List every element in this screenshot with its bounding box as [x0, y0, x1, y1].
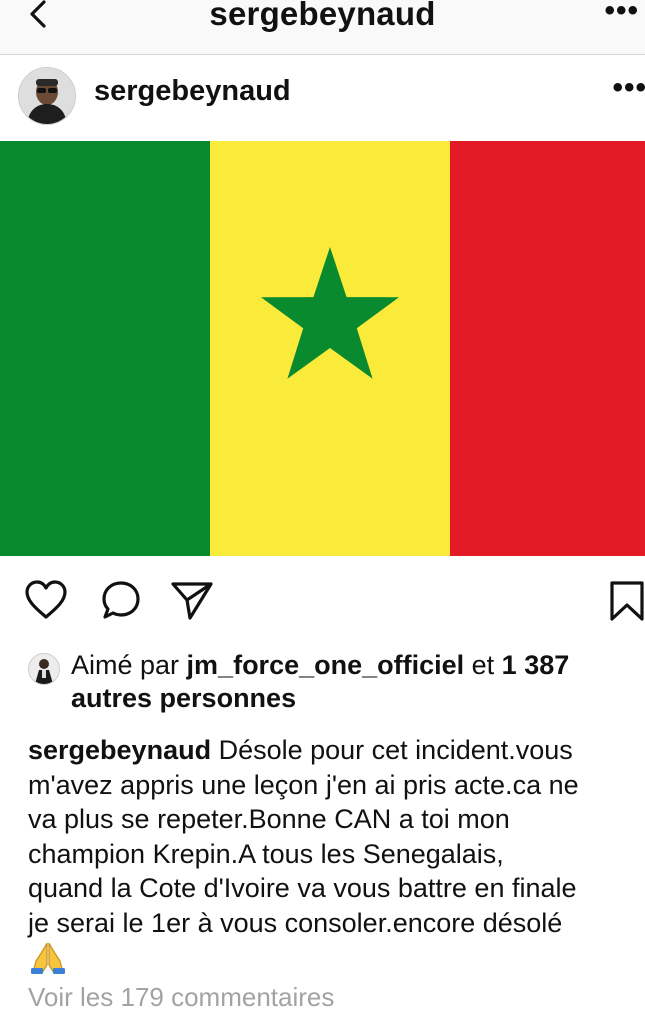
- likes-connector: et: [464, 650, 502, 680]
- caption-line: je serai le 1er à vous consoler.encore d…: [28, 907, 563, 938]
- view-comments-link[interactable]: Voir les 179 commentaires: [28, 982, 334, 1013]
- post-header: sergebeynaud •••: [0, 55, 645, 141]
- likes-prefix: Aimé par: [71, 650, 187, 680]
- bookmark-save-icon[interactable]: [608, 580, 645, 627]
- caption-line: sergebeynaud Désole pour cet incident.vo…: [28, 733, 645, 768]
- flag-green-band: [0, 141, 210, 556]
- flag-yellow-band: [210, 141, 450, 556]
- likes-summary: Aimé par jm_force_one_officiel et 1 387 …: [0, 646, 645, 716]
- praying-hands-emoji-icon: [28, 941, 68, 975]
- top-navigation-bar: sergebeynaud •••: [0, 0, 645, 55]
- profile-title: sergebeynaud: [209, 0, 436, 32]
- caption-line: va plus se repeter.Bonne CAN a toi mon: [28, 804, 510, 834]
- likes-others-label[interactable]: autres personnes: [71, 683, 296, 714]
- post-actions-bar: [0, 566, 645, 636]
- post-username[interactable]: sergebeynaud: [94, 75, 291, 108]
- caption-line: champion Krepin.A tous les Senegalais,: [28, 838, 504, 869]
- liker-username[interactable]: jm_force_one_officiel: [187, 650, 465, 680]
- user-avatar[interactable]: [18, 67, 76, 125]
- caption-text: Désole pour cet incident.vous: [211, 735, 573, 765]
- post-more-options-icon[interactable]: •••: [612, 71, 645, 105]
- post-image-senegal-flag[interactable]: [0, 141, 645, 556]
- likes-text: Aimé par jm_force_one_officiel et 1 387: [71, 650, 569, 681]
- caption-line: m'avez appris une leçon j'en ai pris act…: [28, 769, 579, 800]
- flag-red-band: [450, 141, 645, 556]
- caption-line: quand la Cote d'Ivoire va vous battre en…: [28, 873, 577, 903]
- liker-avatar[interactable]: [28, 653, 60, 685]
- post-caption: sergebeynaud Désole pour cet incident.vo…: [28, 733, 645, 940]
- likes-count[interactable]: 1 387: [502, 650, 570, 680]
- like-heart-icon[interactable]: [24, 580, 68, 625]
- more-options-icon[interactable]: •••: [604, 0, 639, 28]
- caption-username[interactable]: sergebeynaud: [28, 735, 211, 765]
- comment-bubble-icon[interactable]: [100, 580, 142, 627]
- share-send-icon[interactable]: [170, 580, 214, 627]
